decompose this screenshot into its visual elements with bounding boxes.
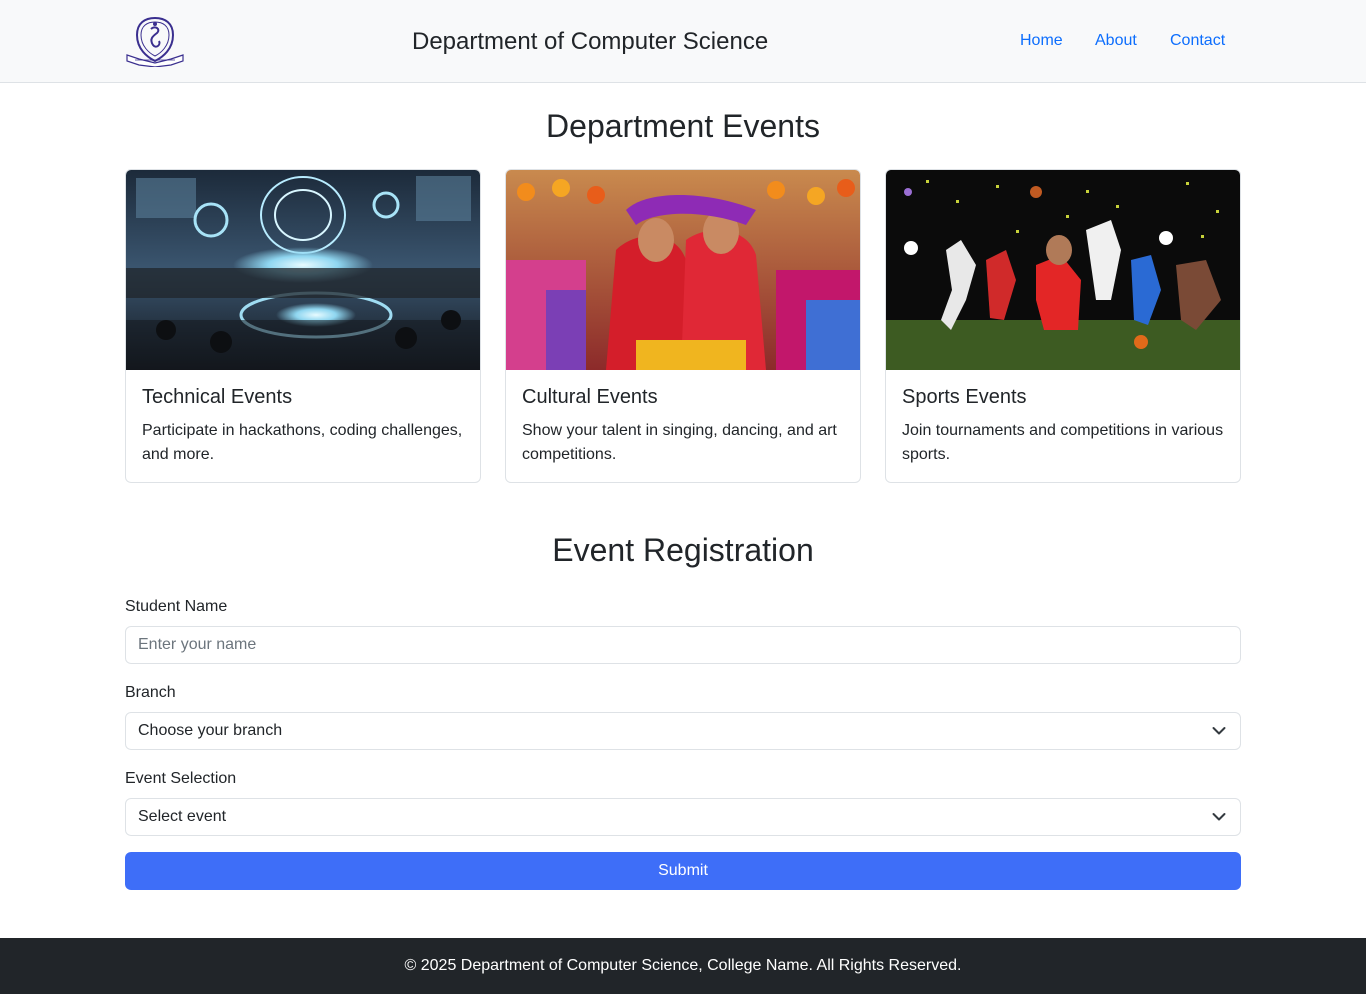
cultural-events-image (506, 170, 860, 370)
cultural-events-card: Cultural Events Show your talent in sing… (505, 169, 861, 483)
sports-events-image (886, 170, 1240, 370)
card-title: Sports Events (902, 386, 1027, 408)
technical-events-card: Technical Events Participate in hackatho… (125, 169, 481, 483)
student-name-label: Student Name (125, 598, 228, 615)
card-title: Cultural Events (522, 386, 658, 408)
card-text: Join tournaments and competitions in var… (902, 422, 1224, 463)
chevron-down-icon (1212, 727, 1226, 735)
events-heading: Department Events (546, 108, 820, 144)
chevron-down-icon (1212, 813, 1226, 821)
nav-menu: Home About Contact (0, 32, 1366, 52)
submit-button[interactable]: Submit (125, 852, 1241, 890)
registration-heading: Event Registration (552, 532, 814, 568)
branch-label: Branch (125, 684, 176, 701)
branch-select-value: Choose your branch (138, 722, 283, 739)
event-select-value: Select event (138, 808, 227, 825)
branch-select[interactable]: Choose your branch (125, 712, 1241, 750)
event-selection-label: Event Selection (125, 770, 237, 787)
sports-events-card: Sports Events Join tournaments and compe… (885, 169, 1241, 483)
student-name-input[interactable] (125, 626, 1241, 664)
technical-events-image (126, 170, 480, 370)
nav-home-link[interactable]: Home (1020, 32, 1063, 50)
nav-contact-link[interactable]: Contact (1170, 32, 1225, 50)
event-select[interactable]: Select event (125, 798, 1241, 836)
footer: © 2025 Department of Computer Science, C… (0, 938, 1366, 994)
footer-copyright: © 2025 Department of Computer Science, C… (404, 957, 962, 974)
card-title: Technical Events (142, 386, 293, 408)
nav-about-link[interactable]: About (1095, 32, 1137, 50)
card-text: Participate in hackathons, coding challe… (142, 422, 463, 463)
card-text: Show your talent in singing, dancing, an… (522, 422, 837, 463)
navbar: Department of Computer Science Home Abou… (0, 0, 1366, 83)
